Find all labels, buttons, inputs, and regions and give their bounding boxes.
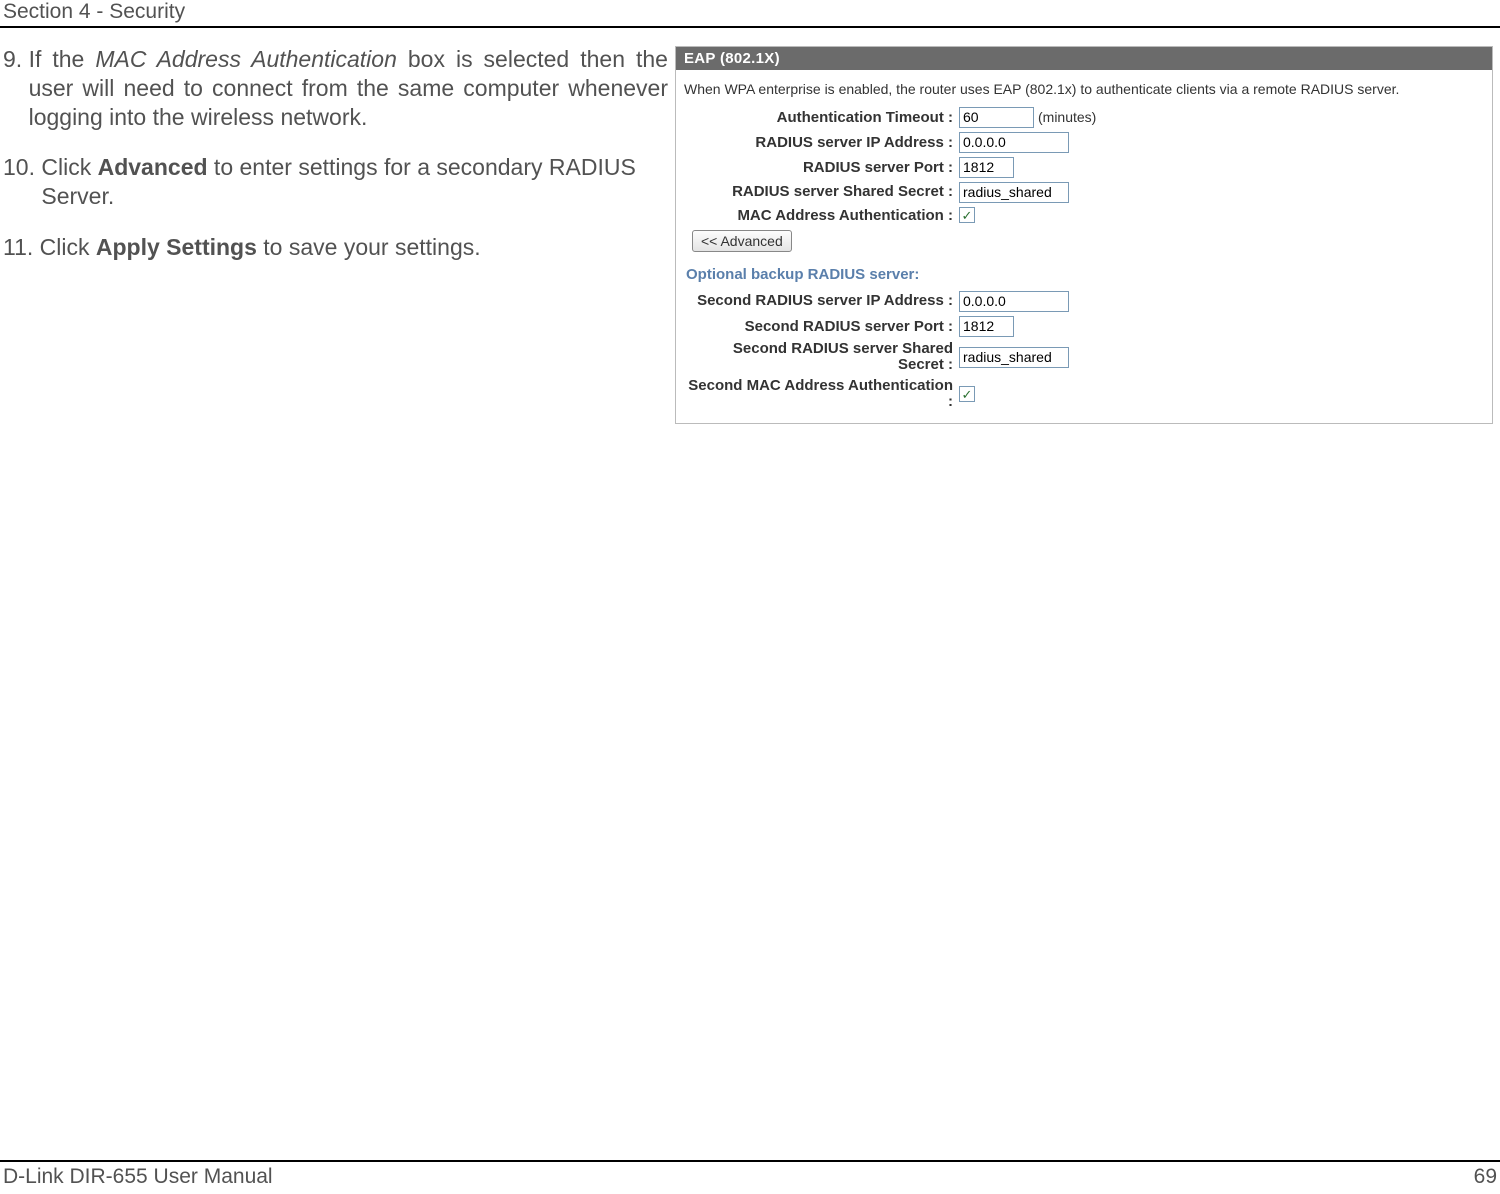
eap-panel: EAP (802.1X) When WPA enterprise is enab… [675,46,1493,424]
label-second-mac: Second MAC Address Authentication : [684,378,959,411]
step-11-body: Click Apply Settings to save your settin… [40,233,668,262]
eap-panel-title: EAP (802.1X) [676,47,1492,70]
backup-header: Optional backup RADIUS server: [686,266,1484,283]
row-radius-port: RADIUS server Port : [684,157,1484,178]
row-second-ip: Second RADIUS server IP Address : [684,291,1484,312]
header-rule [0,26,1500,28]
step-10-bold: Advanced [98,154,208,180]
step-11-num: 11. [3,233,40,262]
step-11-post: to save your settings. [257,234,481,260]
label-auth-timeout: Authentication Timeout : [684,109,959,126]
step-11-bold: Apply Settings [96,234,257,260]
checkbox-second-mac[interactable]: ✓ [959,386,975,402]
input-second-ip[interactable] [959,291,1069,312]
input-auth-timeout[interactable] [959,107,1034,128]
footer-rule [0,1160,1500,1162]
row-mac-auth: MAC Address Authentication : ✓ [684,207,1484,224]
input-radius-ip[interactable] [959,132,1069,153]
step-10-num: 10. [3,153,41,211]
label-radius-port: RADIUS server Port : [684,159,959,176]
row-second-mac: Second MAC Address Authentication : ✓ [684,378,1484,411]
advanced-button[interactable]: << Advanced [692,230,792,252]
instruction-content: 9. If the MAC Address Authentication box… [3,45,668,284]
input-radius-secret[interactable] [959,182,1069,203]
row-auth-timeout: Authentication Timeout : (minutes) [684,107,1484,128]
step-9: 9. If the MAC Address Authentication box… [3,45,668,131]
footer-page-number: 69 [1474,1165,1497,1189]
label-mac-auth: MAC Address Authentication : [684,207,959,224]
unit-auth-timeout: (minutes) [1038,109,1096,125]
step-9-num: 9. [3,45,29,131]
row-second-secret: Second RADIUS server Shared Secret : [684,341,1484,374]
input-radius-port[interactable] [959,157,1014,178]
step-10-body: Click Advanced to enter settings for a s… [41,153,668,211]
eap-panel-desc: When WPA enterprise is enabled, the rout… [684,80,1484,99]
step-10-pre: Click [41,154,97,180]
label-second-secret: Second RADIUS server Shared Secret : [684,341,959,374]
step-9-body: If the MAC Address Authentication box is… [29,45,668,131]
step-11-pre: Click [40,234,96,260]
eap-panel-body: When WPA enterprise is enabled, the rout… [676,70,1492,423]
row-radius-secret: RADIUS server Shared Secret : [684,182,1484,203]
step-11: 11. Click Apply Settings to save your se… [3,233,668,262]
input-second-port[interactable] [959,316,1014,337]
step-9-italic: MAC Address Authentication [95,46,397,72]
step-9-pre: If the [29,46,96,72]
step-10: 10. Click Advanced to enter settings for… [3,153,668,211]
input-second-secret[interactable] [959,347,1069,368]
checkbox-mac-auth[interactable]: ✓ [959,207,975,223]
row-second-port: Second RADIUS server Port : [684,316,1484,337]
footer-manual-title: D-Link DIR-655 User Manual [3,1165,273,1189]
label-radius-ip: RADIUS server IP Address : [684,134,959,151]
label-second-port: Second RADIUS server Port : [684,318,959,335]
row-radius-ip: RADIUS server IP Address : [684,132,1484,153]
label-second-ip: Second RADIUS server IP Address : [684,293,959,310]
label-radius-secret: RADIUS server Shared Secret : [684,184,959,201]
section-header: Section 4 - Security [3,0,185,24]
